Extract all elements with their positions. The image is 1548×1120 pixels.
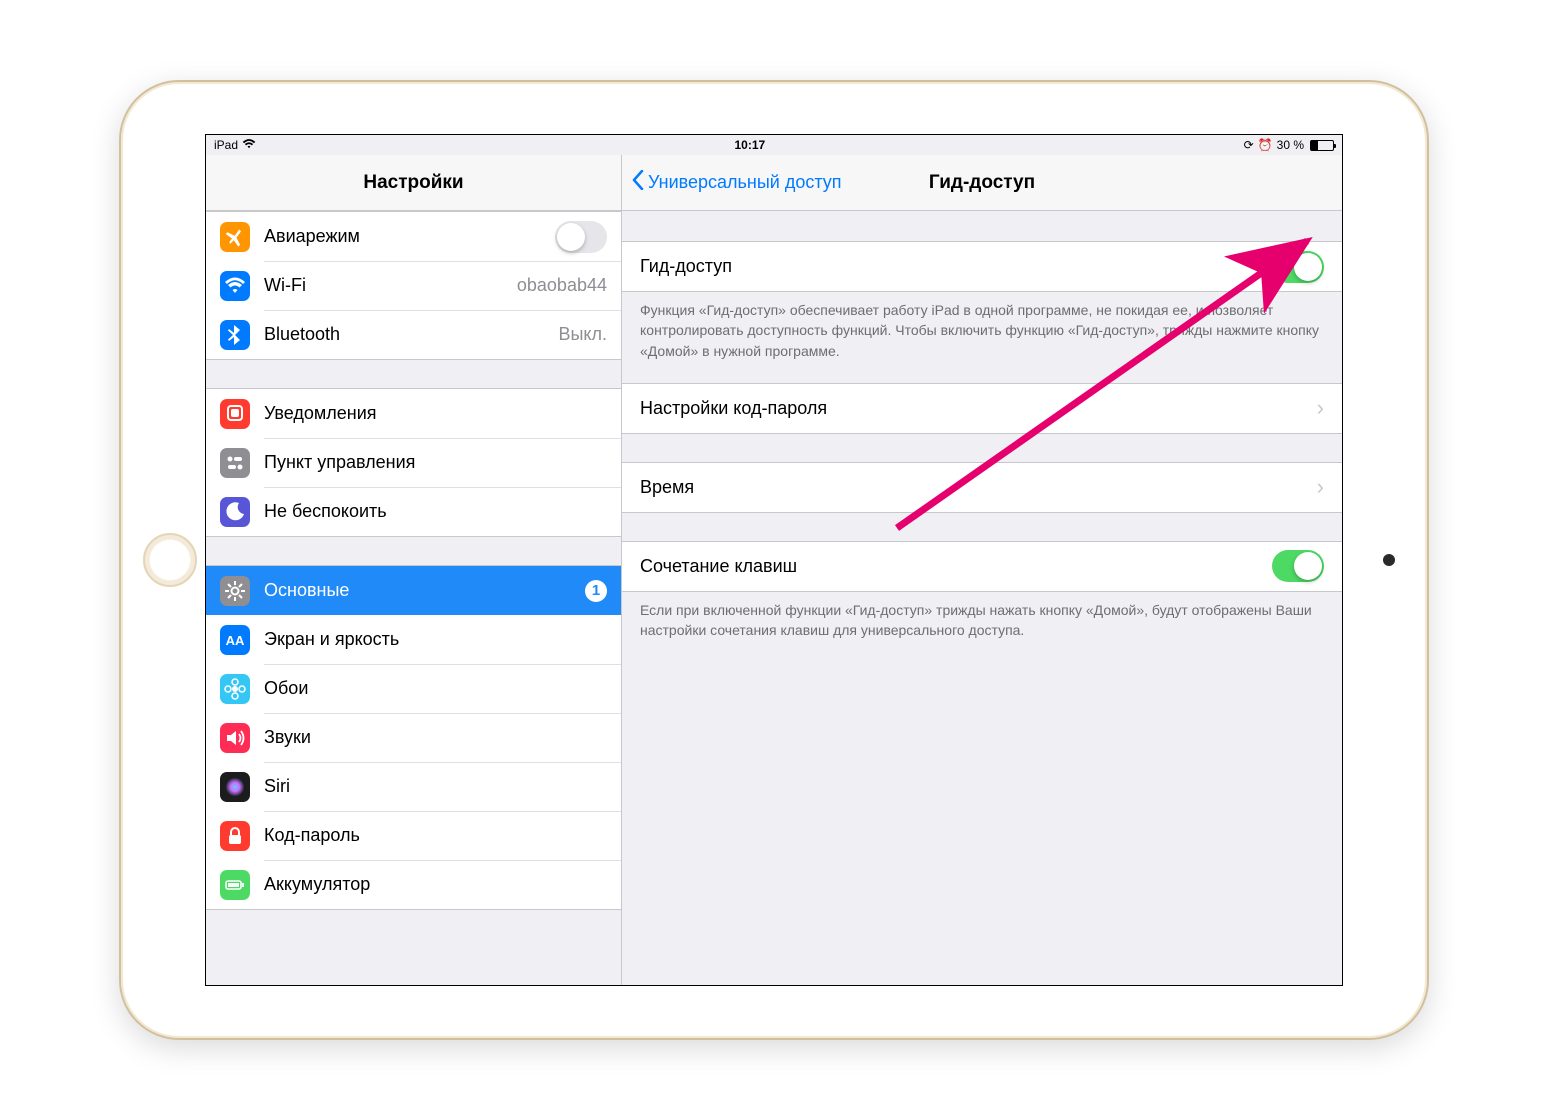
sidebar-list[interactable]: АвиарежимWi-Fiobaobab44BluetoothВыкл.Уве… bbox=[206, 211, 621, 985]
sidebar-item-airplane[interactable]: Авиарежим bbox=[206, 212, 621, 261]
detail-pane: Универсальный доступ Гид-доступ Гид-дост… bbox=[622, 155, 1342, 985]
row-passcode-settings[interactable]: Настройки код-пароля › bbox=[622, 384, 1342, 433]
sidebar-item-label: Авиарежим bbox=[264, 226, 555, 247]
bell-icon bbox=[220, 399, 250, 429]
row-label: Гид-доступ bbox=[640, 256, 1272, 277]
sidebar-item-label: Основные bbox=[264, 580, 585, 601]
chevron-right-icon: › bbox=[1317, 395, 1324, 421]
badge: 1 bbox=[585, 580, 607, 602]
status-bar: iPad 10:17 ⟳ ⏰ 30 % bbox=[206, 135, 1342, 155]
flower-icon bbox=[220, 674, 250, 704]
bluetooth-icon bbox=[220, 320, 250, 350]
footer-guided: Функция «Гид-доступ» обеспечивает работу… bbox=[622, 292, 1342, 383]
sidebar-item-label: Звуки bbox=[264, 727, 607, 748]
toggle-airplane[interactable] bbox=[555, 221, 607, 253]
airplane-icon bbox=[220, 222, 250, 252]
clock: 10:17 bbox=[256, 138, 1244, 152]
wifi-icon bbox=[220, 271, 250, 301]
row-label: Время bbox=[640, 477, 1317, 498]
sidebar-item-label: Не беспокоить bbox=[264, 501, 607, 522]
sidebar-item-bell[interactable]: Уведомления bbox=[206, 389, 621, 438]
sidebar-item-label: Bluetooth bbox=[264, 324, 558, 345]
toggle-guided-access[interactable] bbox=[1272, 251, 1324, 283]
row-time-limits[interactable]: Время › bbox=[622, 463, 1342, 512]
sidebar-item-label: Код-пароль bbox=[264, 825, 607, 846]
sidebar-item-label: Уведомления bbox=[264, 403, 607, 424]
sidebar-item-bluetooth[interactable]: BluetoothВыкл. bbox=[206, 310, 621, 359]
footer-shortcut: Если при включенной функции «Гид-доступ»… bbox=[622, 592, 1342, 663]
row-accessibility-shortcut: Сочетание клавиш bbox=[622, 542, 1342, 591]
sidebar-item-label: Обои bbox=[264, 678, 607, 699]
wifi-icon bbox=[242, 138, 256, 152]
aa-icon: AA bbox=[220, 625, 250, 655]
sidebar-item-wifi[interactable]: Wi-Fiobaobab44 bbox=[206, 261, 621, 310]
ipad-frame: iPad 10:17 ⟳ ⏰ 30 % Настройки Авиарежим W… bbox=[119, 80, 1429, 1040]
control-icon bbox=[220, 448, 250, 478]
sidebar-item-detail: Выкл. bbox=[558, 324, 607, 345]
sidebar-item-label: Экран и яркость bbox=[264, 629, 607, 650]
gear-icon bbox=[220, 576, 250, 606]
sidebar-item-speaker[interactable]: Звуки bbox=[206, 713, 621, 762]
moon-icon bbox=[220, 497, 250, 527]
sidebar-item-label: Аккумулятор bbox=[264, 874, 607, 895]
sidebar-item-label: Wi-Fi bbox=[264, 275, 517, 296]
chevron-right-icon: › bbox=[1317, 474, 1324, 500]
lock-icon bbox=[220, 821, 250, 851]
orientation-lock-icon: ⟳ bbox=[1244, 138, 1254, 152]
speaker-icon bbox=[220, 723, 250, 753]
toggle-shortcut[interactable] bbox=[1272, 550, 1324, 582]
sidebar-item-moon[interactable]: Не беспокоить bbox=[206, 487, 621, 536]
chevron-left-icon bbox=[632, 170, 644, 195]
row-label: Сочетание клавиш bbox=[640, 556, 1272, 577]
sidebar-title: Настройки bbox=[206, 155, 621, 211]
siri-icon bbox=[220, 772, 250, 802]
sidebar-item-control[interactable]: Пункт управления bbox=[206, 438, 621, 487]
svg-text:AA: AA bbox=[226, 633, 245, 648]
settings-sidebar: Настройки АвиарежимWi-Fiobaobab44Bluetoo… bbox=[206, 155, 622, 985]
sidebar-item-siri[interactable]: Siri bbox=[206, 762, 621, 811]
battery-icon bbox=[1310, 140, 1334, 151]
detail-body[interactable]: Гид-доступ Функция «Гид-доступ» обеспечи… bbox=[622, 211, 1342, 985]
sidebar-item-battery[interactable]: Аккумулятор bbox=[206, 860, 621, 909]
back-button[interactable]: Универсальный доступ bbox=[632, 170, 842, 195]
row-label: Настройки код-пароля bbox=[640, 398, 1317, 419]
battery-percent: 30 % bbox=[1277, 138, 1304, 152]
home-button[interactable] bbox=[143, 533, 197, 587]
camera-dot bbox=[1383, 554, 1395, 566]
device-label: iPad bbox=[214, 138, 238, 152]
sidebar-item-label: Пункт управления bbox=[264, 452, 607, 473]
alarm-icon: ⏰ bbox=[1258, 138, 1273, 152]
screen: iPad 10:17 ⟳ ⏰ 30 % Настройки Авиарежим W… bbox=[205, 134, 1343, 986]
back-label: Универсальный доступ bbox=[648, 172, 842, 193]
sidebar-item-aa[interactable]: AA Экран и яркость bbox=[206, 615, 621, 664]
sidebar-item-flower[interactable]: Обои bbox=[206, 664, 621, 713]
sidebar-item-detail: obaobab44 bbox=[517, 275, 607, 296]
detail-header: Универсальный доступ Гид-доступ bbox=[622, 155, 1342, 211]
battery-icon bbox=[220, 870, 250, 900]
sidebar-item-gear[interactable]: Основные1 bbox=[206, 566, 621, 615]
sidebar-item-lock[interactable]: Код-пароль bbox=[206, 811, 621, 860]
sidebar-item-label: Siri bbox=[264, 776, 607, 797]
row-guided-access: Гид-доступ bbox=[622, 242, 1342, 291]
